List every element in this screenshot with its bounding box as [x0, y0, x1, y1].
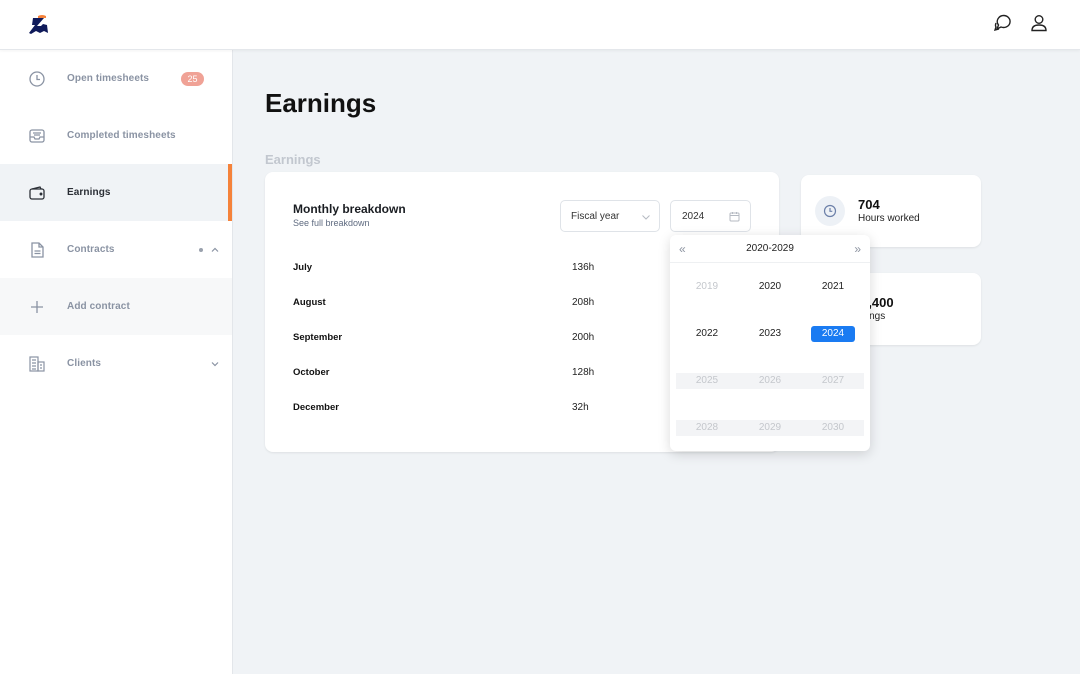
hours-value: 208h [572, 297, 595, 308]
stat-value: 704 [858, 197, 880, 212]
month-label: September [293, 332, 343, 343]
chat-icon[interactable] [993, 13, 1013, 33]
count-badge: 25 [181, 71, 204, 86]
year-cell[interactable]: 2021 [811, 279, 855, 295]
month-label: December [293, 402, 339, 413]
year-cell-disabled: 2028 [695, 422, 719, 433]
decade-range-label[interactable]: 2020-2029 [670, 243, 870, 254]
next-decade-button[interactable]: » [854, 242, 861, 256]
sidebar-item-open-timesheets[interactable]: Open timesheets 25 [0, 50, 232, 107]
table-row: December 32h [293, 402, 733, 422]
year-row: 2025 2026 2027 [676, 373, 864, 389]
year-cell-selected[interactable]: 2024 [811, 326, 855, 342]
period-select[interactable]: Fiscal year [560, 200, 660, 232]
company-logo[interactable] [27, 13, 51, 35]
chevron-down-icon [642, 215, 650, 220]
year-cell-disabled: 2027 [821, 375, 845, 386]
section-label: Earnings [265, 152, 321, 167]
table-row: August 208h [293, 297, 733, 317]
clock-icon [823, 204, 837, 218]
chevron-down-icon[interactable] [211, 360, 219, 368]
sidebar-item-label: Clients [67, 358, 102, 369]
sidebar-item-label: Completed timesheets [67, 130, 176, 141]
year-cell-disabled: 2026 [758, 375, 782, 386]
year-cell-disabled: 2029 [758, 422, 782, 433]
year-row: 2022 2023 2024 [676, 326, 864, 342]
hours-value: 200h [572, 332, 595, 343]
card-title: Monthly breakdown [293, 202, 406, 216]
sidebar-item-contracts[interactable]: Contracts [0, 221, 232, 278]
calendar-icon [729, 212, 740, 222]
sidebar-item-label: Open timesheets [67, 73, 150, 84]
year-cell[interactable]: 2020 [748, 279, 792, 295]
year-picker-header: « 2020-2029 » [670, 235, 870, 263]
year-row: 2019 2020 2021 [676, 279, 864, 295]
sidebar: Open timesheets 25 Completed timesheets … [0, 50, 233, 674]
month-label: October [293, 367, 330, 378]
year-cell[interactable]: 2019 [685, 279, 729, 295]
period-select-value: Fiscal year [571, 211, 620, 222]
year-cell[interactable]: 2023 [748, 326, 792, 342]
building-icon [29, 355, 45, 372]
year-cell-disabled: 2025 [695, 375, 719, 386]
year-input[interactable]: 2024 [670, 200, 751, 232]
sidebar-item-label: Earnings [67, 187, 111, 198]
chevron-up-icon[interactable] [211, 246, 219, 254]
top-bar [0, 0, 1080, 50]
month-label: July [293, 262, 313, 273]
inbox-icon [29, 128, 45, 143]
year-input-value: 2024 [682, 211, 705, 222]
year-cell-disabled: 2030 [821, 422, 845, 433]
year-cell[interactable]: 2022 [685, 326, 729, 342]
table-row: September 200h [293, 332, 733, 352]
sidebar-item-clients[interactable]: Clients [0, 335, 232, 392]
sidebar-item-label: Contracts [67, 244, 115, 255]
plus-icon [31, 300, 43, 313]
year-picker: « 2020-2029 » 2019 2020 2021 2022 2023 2… [670, 235, 870, 451]
sidebar-item-label: Add contract [67, 301, 130, 312]
document-icon [31, 241, 44, 258]
wallet-icon [29, 185, 45, 200]
sidebar-item-add-contract[interactable]: Add contract [0, 278, 232, 335]
table-row: October 128h [293, 367, 733, 387]
table-row: July 136h [293, 262, 733, 282]
see-full-breakdown-link[interactable]: See full breakdown [293, 218, 370, 228]
hours-value: 128h [572, 367, 595, 378]
hours-value: 136h [572, 262, 595, 273]
clock-icon [29, 70, 45, 87]
user-icon[interactable] [1029, 13, 1049, 33]
status-dot [199, 247, 203, 252]
sidebar-item-completed-timesheets[interactable]: Completed timesheets [0, 107, 232, 164]
year-row: 2028 2029 2030 [676, 420, 864, 436]
page-title: Earnings [265, 88, 377, 118]
month-label: August [293, 297, 326, 308]
stat-caption: Hours worked [858, 213, 920, 224]
clock-icon-badge [815, 196, 845, 226]
hours-value: 32h [572, 402, 589, 413]
sidebar-item-earnings[interactable]: Earnings [0, 164, 232, 221]
